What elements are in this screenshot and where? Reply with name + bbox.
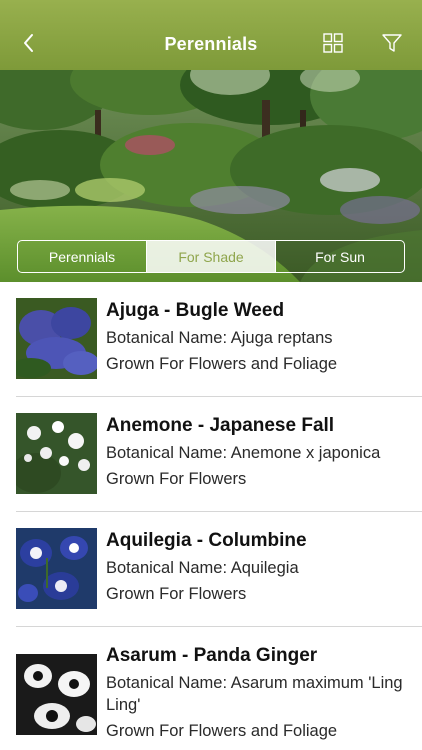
plant-grown-for: Grown For Flowers and Foliage bbox=[106, 722, 338, 740]
plant-grown-for: Grown For Flowers bbox=[106, 470, 247, 488]
plant-botanical-name: Botanical Name: Aquilegia bbox=[106, 559, 299, 577]
plant-thumbnail bbox=[16, 528, 97, 609]
plant-grown-for: Grown For Flowers bbox=[106, 585, 247, 603]
plant-title: Asarum - Panda Ginger bbox=[106, 645, 318, 666]
segment-perennials[interactable]: Perennials bbox=[18, 241, 147, 272]
plant-thumbnail bbox=[16, 298, 97, 379]
filter-icon bbox=[382, 34, 402, 52]
list-item[interactable]: Aquilegia - Columbine Botanical Name: Aq… bbox=[0, 512, 422, 627]
back-button[interactable] bbox=[18, 32, 40, 54]
plant-title: Ajuga - Bugle Weed bbox=[106, 300, 285, 321]
segment-for-shade[interactable]: For Shade bbox=[147, 241, 276, 272]
navigation-bar: Perennials bbox=[0, 0, 422, 70]
plant-botanical-name: Botanical Name: Ajuga reptans bbox=[106, 329, 333, 347]
grid-view-button[interactable] bbox=[322, 32, 344, 54]
plant-botanical-name: Botanical Name: Anemone x japonica bbox=[106, 444, 381, 462]
filter-button[interactable] bbox=[381, 32, 403, 54]
plant-list: Ajuga - Bugle Weed Botanical Name: Ajuga… bbox=[0, 282, 422, 750]
plant-title: Anemone - Japanese Fall bbox=[106, 415, 335, 436]
category-segmented-control: Perennials For Shade For Sun bbox=[17, 240, 405, 273]
page-title: Perennials bbox=[164, 34, 258, 54]
plant-title: Aquilegia - Columbine bbox=[106, 530, 307, 551]
plant-thumbnail bbox=[16, 413, 97, 494]
list-item[interactable]: Ajuga - Bugle Weed Botanical Name: Ajuga… bbox=[0, 282, 422, 397]
segment-for-sun[interactable]: For Sun bbox=[276, 241, 404, 272]
plant-thumbnail bbox=[16, 654, 97, 735]
chevron-left-icon bbox=[24, 34, 33, 52]
list-item[interactable]: Anemone - Japanese Fall Botanical Name: … bbox=[0, 397, 422, 512]
plant-botanical-name: Botanical Name: Asarum maximum 'Ling Lin… bbox=[106, 674, 403, 714]
list-item[interactable]: Asarum - Panda Ginger Botanical Name: As… bbox=[0, 627, 422, 742]
plant-grown-for: Grown For Flowers and Foliage bbox=[106, 355, 338, 373]
grid-icon bbox=[323, 33, 343, 53]
